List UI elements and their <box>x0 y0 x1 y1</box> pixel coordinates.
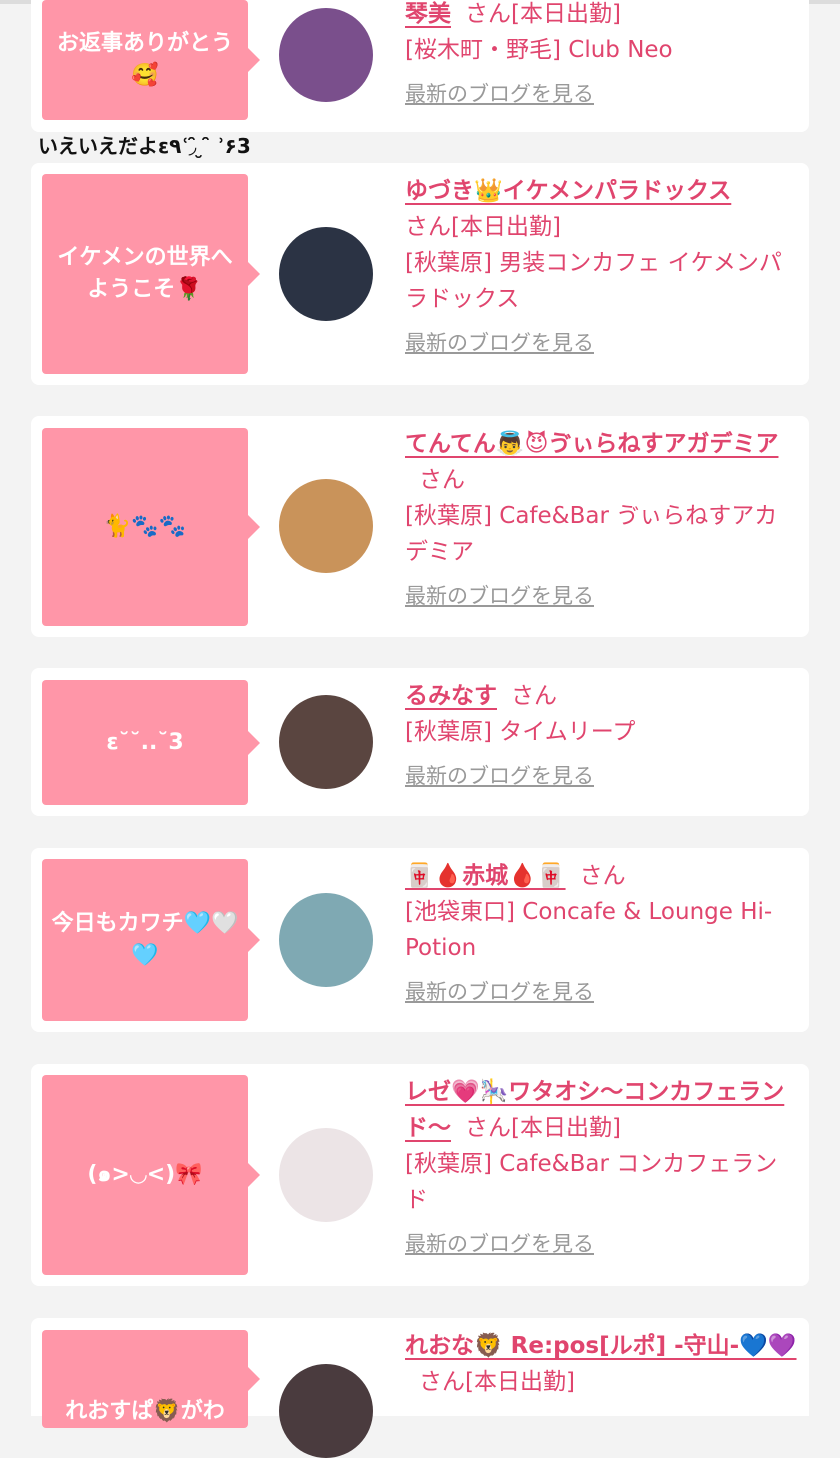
cast-name-link[interactable]: 琴美 <box>405 1 451 27</box>
message-text: 今日もカワチ🩵🤍🩵 <box>51 911 239 968</box>
cast-name-link[interactable]: てんてん👼😈ゔぃらねすアガデミア <box>405 431 778 457</box>
cast-avatar[interactable] <box>279 227 373 321</box>
message-text: れおすぱ🦁がわ <box>65 1399 225 1424</box>
cast-avatar[interactable] <box>279 1364 373 1458</box>
cast-name-link[interactable]: ゆづき👑イケメンパラドックス <box>405 178 731 204</box>
message-text: (๑>◡<)🎀 <box>87 1162 203 1187</box>
cast-avatar[interactable] <box>279 695 373 789</box>
cast-avatar[interactable] <box>279 479 373 573</box>
message-bubble: (๑>◡<)🎀 <box>42 1075 260 1275</box>
reply-message: いえいえだよε٩ʿ◞ ̑̑ ̮ ̑̑ʾ۶3 <box>38 134 251 158</box>
shop-info: [秋葉原] Cafe&Bar コンカフェランド <box>405 1151 778 1213</box>
cast-suffix: さん[本日出勤] <box>405 214 561 240</box>
message-bubble: れおすぱ🦁がわ <box>42 1330 260 1428</box>
cast-card: ε˘˘..˘3 るみなす さん [秋葉原] タイムリープ 最新のブログを見る <box>31 668 809 816</box>
shop-info: [池袋東口] Concafe & Lounge Hi-Potion <box>405 899 773 961</box>
cast-avatar[interactable] <box>279 1128 373 1222</box>
message-text: お返事ありがとう🥰 <box>56 31 233 88</box>
cast-name-link[interactable]: るみなす <box>405 683 497 709</box>
blog-link[interactable]: 最新のブログを見る <box>405 1226 594 1262</box>
cast-card: イケメンの世界へようこそ🌹 ゆづき👑イケメンパラドックス さん[本日出勤] [秋… <box>31 163 809 385</box>
cast-avatar[interactable] <box>279 893 373 987</box>
message-text: イケメンの世界へようこそ🌹 <box>57 245 233 302</box>
message-bubble: お返事ありがとう🥰 <box>42 0 260 120</box>
cast-name-link[interactable]: れおな🦁 Re:pos[ルポ] -守山-💙💜 <box>405 1333 797 1359</box>
cast-card: 今日もカワチ🩵🤍🩵 🀄🩸赤城🩸🀄 さん [池袋東口] Concafe & Loun… <box>31 848 809 1032</box>
blog-link[interactable]: 最新のブログを見る <box>405 578 594 614</box>
message-bubble: ε˘˘..˘3 <box>42 680 260 805</box>
cast-name-link[interactable]: 🀄🩸赤城🩸🀄 <box>405 863 566 889</box>
message-text: ε˘˘..˘3 <box>106 729 184 755</box>
cast-card: お返事ありがとう🥰 琴美 さん[本日出勤] [桜木町・野毛] Club Neo 最… <box>31 0 809 132</box>
cast-card: 🐈🐾🐾 てんてん👼😈ゔぃらねすアガデミアさん [秋葉原] Cafe&Bar ゔぃ… <box>31 416 809 637</box>
shop-info: [秋葉原] タイムリープ <box>405 719 636 745</box>
message-bubble: 🐈🐾🐾 <box>42 428 260 626</box>
message-bubble: イケメンの世界へようこそ🌹 <box>42 174 260 374</box>
cast-suffix: さん <box>511 683 557 709</box>
cast-card: れおすぱ🦁がわ れおな🦁 Re:pos[ルポ] -守山-💙💜 さん[本日出勤] <box>31 1318 809 1458</box>
blog-link[interactable]: 最新のブログを見る <box>405 76 594 112</box>
cast-card: (๑>◡<)🎀 レゼ💗🎠ワタオシ〜コンカフェランド〜 さん[本日出勤] [秋葉原]… <box>31 1064 809 1286</box>
shop-info: [秋葉原] 男装コンカフェ イケメンパラドックス <box>405 250 782 312</box>
blog-link[interactable]: 最新のブログを見る <box>405 974 594 1010</box>
cast-suffix: さん[本日出勤] <box>465 1 621 27</box>
cast-suffix: さん <box>419 467 465 493</box>
shop-info: [桜木町・野毛] Club Neo <box>405 37 673 63</box>
message-text: 🐈🐾🐾 <box>103 514 187 539</box>
blog-link[interactable]: 最新のブログを見る <box>405 758 594 794</box>
shop-info: [秋葉原] Cafe&Bar ゔぃらねすアカデミア <box>405 503 778 565</box>
blog-link[interactable]: 最新のブログを見る <box>405 325 594 361</box>
cast-suffix: さん <box>579 863 626 889</box>
cast-suffix: さん[本日出勤] <box>419 1369 575 1395</box>
cast-suffix: さん[本日出勤] <box>465 1115 621 1141</box>
cast-avatar[interactable] <box>279 8 373 102</box>
message-bubble: 今日もカワチ🩵🤍🩵 <box>42 859 260 1021</box>
